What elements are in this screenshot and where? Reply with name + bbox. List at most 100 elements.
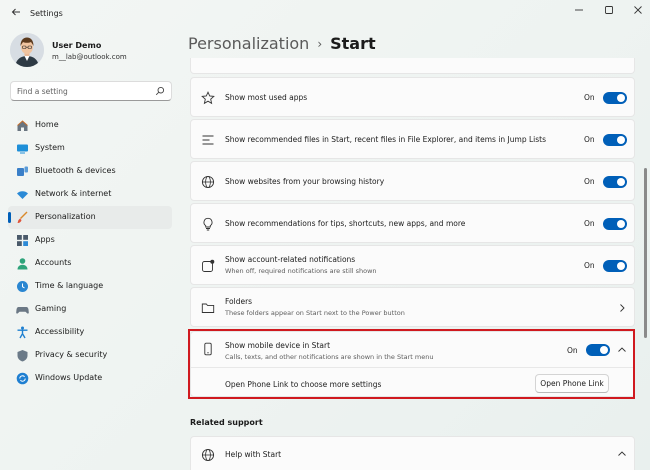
wifi-icon bbox=[17, 191, 28, 199]
apps-icon bbox=[17, 235, 28, 246]
maximize-button[interactable] bbox=[598, 3, 620, 23]
sidebar-item-network[interactable]: Network & internet bbox=[8, 183, 172, 206]
active-indicator bbox=[8, 212, 11, 223]
minimize-button[interactable] bbox=[568, 3, 590, 23]
sidebar-item-bluetooth[interactable]: Bluetooth & devices bbox=[8, 160, 172, 183]
help-title: Help with Start bbox=[225, 450, 282, 459]
settings-card-partial bbox=[190, 58, 635, 74]
settings-window: Settings User Demo m__lab@outlook.com Fi… bbox=[0, 0, 650, 470]
search-box[interactable] bbox=[10, 81, 172, 101]
toggle-state-label: On bbox=[584, 93, 595, 102]
toggle-state-label: On bbox=[584, 219, 595, 228]
sidebar-item-label: Privacy & security bbox=[35, 350, 108, 359]
star-icon bbox=[201, 91, 215, 105]
setting-account-notifications: Show account-related notifications When … bbox=[190, 245, 635, 285]
page-title: Start bbox=[330, 34, 376, 53]
sidebar-item-accessibility[interactable]: Accessibility bbox=[8, 321, 172, 344]
setting-websites: Show websites from your browsing history… bbox=[190, 161, 635, 201]
list-icon bbox=[202, 135, 214, 145]
sidebar-item-label: Personalization bbox=[35, 212, 96, 221]
globe-icon bbox=[201, 448, 215, 462]
most-used-apps-toggle[interactable] bbox=[603, 92, 627, 104]
home-icon bbox=[17, 120, 28, 131]
back-arrow-icon bbox=[11, 8, 20, 16]
sidebar-item-personalization[interactable]: Personalization bbox=[8, 206, 172, 229]
toggle-knob bbox=[617, 220, 625, 228]
sidebar-item-label: Bluetooth & devices bbox=[35, 166, 116, 175]
setting-title: Show websites from your browsing history bbox=[225, 177, 385, 186]
chevron-up-icon[interactable] bbox=[617, 449, 627, 459]
websites-toggle[interactable] bbox=[603, 176, 627, 188]
chevron-right-icon bbox=[620, 304, 625, 312]
setting-recommendations: Show recommendations for tips, shortcuts… bbox=[190, 203, 635, 243]
minimize-icon bbox=[575, 9, 583, 11]
sidebar-item-label: Accounts bbox=[35, 258, 72, 267]
toggle-knob bbox=[617, 178, 625, 186]
sidebar-item-label: Windows Update bbox=[35, 373, 103, 382]
gamepad-icon bbox=[16, 307, 29, 314]
setting-most-used-apps: Show most used apps On bbox=[190, 77, 635, 117]
system-icon bbox=[17, 144, 28, 154]
breadcrumb-parent[interactable]: Personalization bbox=[188, 34, 309, 53]
close-button[interactable] bbox=[627, 3, 649, 23]
setting-title: Folders bbox=[225, 297, 253, 306]
setting-subtitle: These folders appear on Start next to th… bbox=[225, 309, 405, 317]
related-support-heading: Related support bbox=[190, 418, 263, 427]
sidebar-item-label: Gaming bbox=[35, 304, 67, 313]
toggle-state-label: On bbox=[584, 261, 595, 270]
toggle-state-label: On bbox=[584, 135, 595, 144]
sidebar-item-system[interactable]: System bbox=[8, 137, 172, 160]
accounts-icon bbox=[17, 258, 28, 270]
setting-title: Show recommendations for tips, shortcuts… bbox=[225, 219, 466, 228]
update-icon bbox=[16, 372, 29, 385]
accessibility-icon bbox=[17, 326, 28, 339]
sidebar-item-time-language[interactable]: Time & language bbox=[8, 275, 172, 298]
sidebar-item-label: System bbox=[35, 143, 65, 152]
shield-icon bbox=[17, 350, 28, 362]
globe-icon bbox=[201, 175, 215, 189]
user-avatar-icon bbox=[10, 33, 44, 67]
brush-icon bbox=[17, 211, 28, 223]
sidebar-item-label: Accessibility bbox=[35, 327, 85, 336]
user-name: User Demo bbox=[52, 41, 102, 50]
folder-icon bbox=[201, 303, 215, 313]
recommended-files-toggle[interactable] bbox=[603, 134, 627, 146]
sidebar-item-label: Time & language bbox=[35, 281, 104, 290]
back-button[interactable] bbox=[8, 6, 24, 22]
sidebar-item-privacy[interactable]: Privacy & security bbox=[8, 344, 172, 367]
setting-title: Show recommended files in Start, recent … bbox=[225, 135, 546, 144]
setting-folders[interactable]: Folders These folders appear on Start ne… bbox=[190, 287, 635, 327]
lightbulb-icon bbox=[203, 217, 213, 231]
setting-title: Show account-related notifications bbox=[225, 255, 356, 264]
sidebar-item-gaming[interactable]: Gaming bbox=[8, 298, 172, 321]
highlight-box bbox=[188, 329, 635, 399]
sidebar-item-home[interactable]: Home bbox=[8, 114, 172, 137]
close-icon bbox=[634, 6, 642, 14]
sidebar-item-accounts[interactable]: Accounts bbox=[8, 252, 172, 275]
sidebar-item-apps[interactable]: Apps bbox=[8, 229, 172, 252]
account-notifications-toggle[interactable] bbox=[603, 260, 627, 272]
toggle-knob bbox=[617, 94, 625, 102]
breadcrumb-separator: › bbox=[317, 37, 323, 51]
sidebar-nav: Home System Bluetooth & devices Network … bbox=[8, 114, 172, 390]
bluetooth-icon bbox=[17, 166, 28, 176]
scrollbar-thumb[interactable] bbox=[644, 168, 647, 338]
toggle-state-label: On bbox=[584, 177, 595, 186]
toggle-knob bbox=[617, 262, 625, 270]
toggle-knob bbox=[617, 136, 625, 144]
search-icon[interactable] bbox=[155, 86, 165, 96]
app-title: Settings bbox=[30, 9, 63, 18]
breadcrumb: Personalization › Start bbox=[188, 34, 376, 53]
setting-subtitle: When off, required notifications are sti… bbox=[225, 267, 377, 275]
sidebar-item-label: Home bbox=[35, 120, 59, 129]
help-with-start-card[interactable]: Help with Start bbox=[190, 436, 635, 470]
globe-clock-icon bbox=[17, 281, 28, 292]
setting-recommended-files: Show recommended files in Start, recent … bbox=[190, 119, 635, 159]
recommendations-toggle[interactable] bbox=[603, 218, 627, 230]
sidebar-item-windows-update[interactable]: Windows Update bbox=[8, 367, 172, 390]
sidebar-item-label: Network & internet bbox=[35, 189, 112, 198]
title-bar: Settings bbox=[0, 0, 650, 30]
search-input[interactable] bbox=[17, 86, 147, 97]
user-email: m__lab@outlook.com bbox=[52, 53, 127, 61]
setting-title: Show most used apps bbox=[225, 93, 308, 102]
